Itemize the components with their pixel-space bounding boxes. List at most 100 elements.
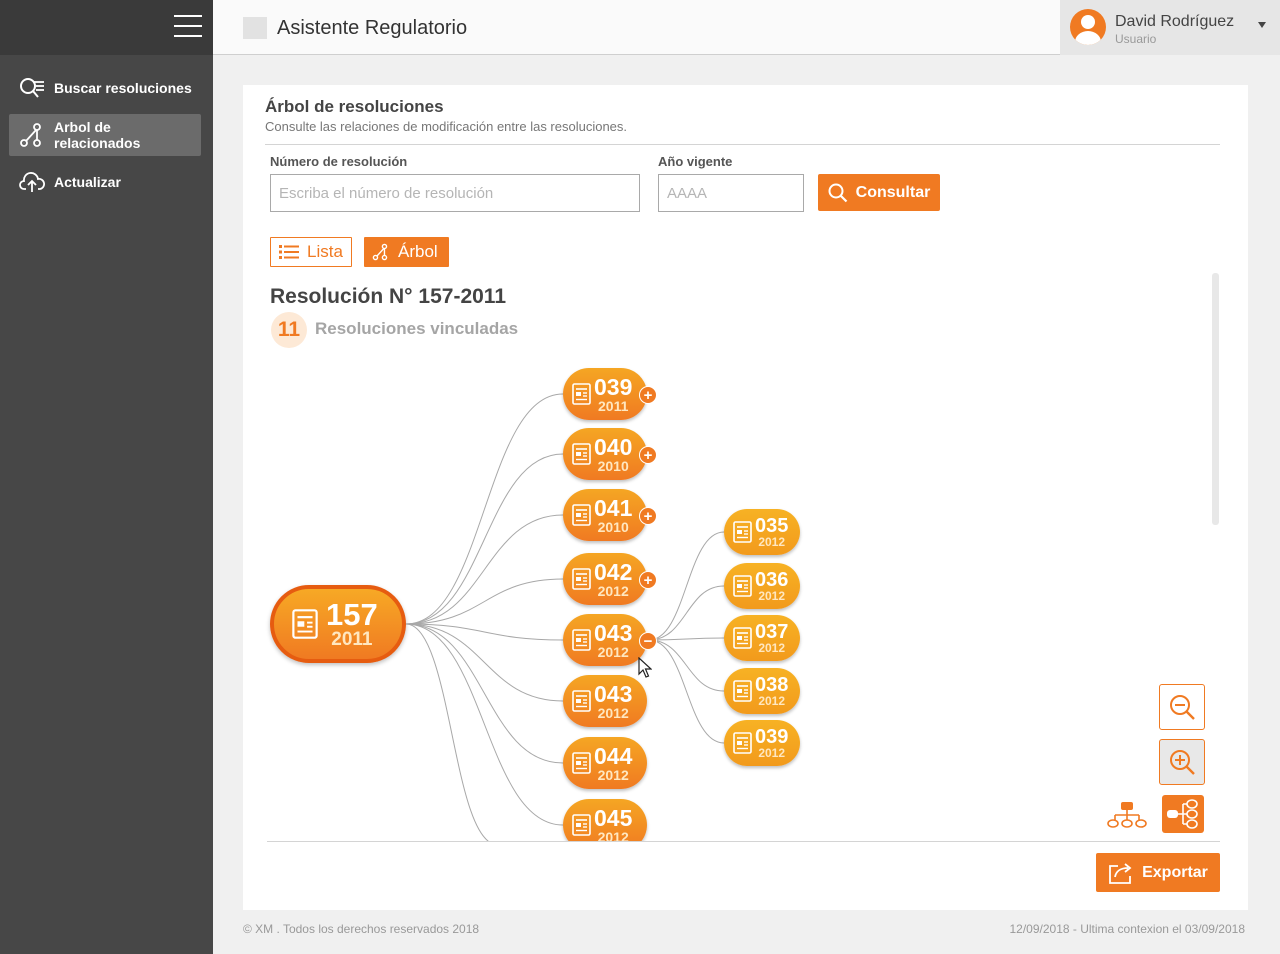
expand-node-button[interactable]: + <box>639 507 657 525</box>
root-number: 157 <box>326 597 378 632</box>
cloud-upload-icon <box>19 172 45 192</box>
node-year: 2012 <box>597 704 629 721</box>
node-year: 2011 <box>598 397 629 414</box>
view-list-button[interactable]: Lista <box>270 237 352 267</box>
tree-node-l1[interactable]: 044 2012 <box>563 737 647 789</box>
node-label: 035 2012 <box>755 516 788 548</box>
resolution-number-input[interactable] <box>270 174 640 212</box>
view-tree-button[interactable]: Árbol <box>364 237 449 267</box>
node-number: 039 <box>594 373 633 400</box>
tree-node-l1[interactable]: 043 2012 <box>563 614 647 666</box>
node-number: 037 <box>755 621 789 643</box>
tree-icon <box>372 243 388 261</box>
resolution-title: Resolución N° 157-2011 <box>270 285 507 308</box>
tree-node-l2[interactable]: 037 2012 <box>724 615 800 661</box>
linked-count-label: Resoluciones vinculadas <box>315 319 519 338</box>
collapse-node-button[interactable]: − <box>639 632 657 650</box>
horizontal-layout-button[interactable] <box>1162 795 1204 833</box>
tree-node-l2[interactable]: 039 2012 <box>724 720 800 766</box>
tree-connector <box>648 531 725 641</box>
tree-node-l1[interactable]: 040 2010 <box>563 428 647 480</box>
document-icon <box>733 521 752 543</box>
user-name: David Rodríguez <box>1115 13 1235 30</box>
document-icon <box>733 680 752 702</box>
node-number: 045 <box>594 804 633 831</box>
resolution-number-label: Número de resolución <box>270 154 408 169</box>
caret-down-icon[interactable] <box>1258 22 1266 28</box>
tree-connector <box>648 637 725 641</box>
document-icon <box>733 575 752 597</box>
tree-connector <box>405 578 564 625</box>
tree-node-l1[interactable]: 039 2011 <box>563 368 647 420</box>
node-number: 043 <box>594 680 633 707</box>
card-title: Árbol de resoluciones <box>265 97 444 116</box>
tree-root-node[interactable]: 157 2011 <box>270 585 406 663</box>
tree-connector <box>405 514 564 625</box>
document-icon <box>733 627 752 649</box>
consultar-label: Consultar <box>855 183 931 201</box>
node-label: 044 2012 <box>594 744 632 782</box>
tree-node-l2[interactable]: 038 2012 <box>724 668 800 714</box>
tree-node-l1[interactable]: 042 2012 <box>563 553 647 605</box>
document-icon <box>733 732 752 754</box>
tree-connector <box>405 393 564 625</box>
expand-node-button[interactable]: + <box>639 571 657 589</box>
document-icon <box>572 504 591 526</box>
node-number: 039 <box>755 726 789 748</box>
node-label: 040 2010 <box>594 435 632 473</box>
export-button[interactable]: Exportar <box>1096 853 1220 892</box>
document-icon <box>572 814 591 836</box>
expand-node-button[interactable]: + <box>639 446 657 464</box>
sidebar-item-label: Arbol de relacionados <box>54 119 141 151</box>
divider <box>265 144 1220 145</box>
sidebar: Buscar resoluciones Arbol de relacionado… <box>0 0 213 954</box>
node-label: 045 2012 <box>594 804 633 844</box>
node-label: 043 2012 <box>594 619 633 660</box>
zoom-in-button[interactable] <box>1159 739 1205 785</box>
node-label: 038 2012 <box>755 675 788 707</box>
document-icon <box>292 609 318 639</box>
tree-scrollbar[interactable] <box>1212 273 1219 525</box>
sidebar-item-buscar-resoluciones[interactable]: Buscar resoluciones <box>9 67 201 109</box>
horizontal-layout-icon <box>1167 799 1198 829</box>
tree-icon <box>20 123 41 147</box>
hamburger-menu-icon[interactable] <box>174 15 202 39</box>
zoom-out-button[interactable] <box>1159 684 1205 730</box>
tree-node-l1[interactable]: 041 2010 <box>563 489 647 541</box>
root-year: 2011 <box>331 629 373 650</box>
sidebar-item-actualizar[interactable]: Actualizar <box>9 161 201 203</box>
app-title: Asistente Regulatorio <box>277 17 468 39</box>
node-number: 043 <box>594 619 633 646</box>
zoom-in-icon <box>1170 750 1195 775</box>
export-icon <box>1109 862 1132 884</box>
document-icon <box>572 752 591 774</box>
node-label: 039 2011 <box>594 373 633 414</box>
tree-connector <box>405 623 564 764</box>
sidebar-item-arbol-relacionados[interactable]: Arbol de relacionados <box>9 114 201 156</box>
avatar <box>1070 9 1106 45</box>
search-icon <box>828 183 847 202</box>
tree-connector <box>648 639 725 692</box>
footer-last-connection: 12/09/2018 - Ultima contexion el 03/09/2… <box>1009 922 1246 936</box>
card-subtitle: Consulte las relaciones de modificación … <box>265 119 628 134</box>
list-icon <box>279 245 299 259</box>
tree-node-l2[interactable]: 036 2012 <box>724 563 800 609</box>
node-number: 041 <box>594 494 633 521</box>
tree-connector <box>648 639 725 744</box>
tree-node-l1[interactable]: 043 2012 <box>563 675 647 727</box>
search-list-icon <box>20 78 44 98</box>
node-number: 035 <box>755 515 789 537</box>
node-year: 2012 <box>597 643 629 660</box>
consultar-button[interactable]: Consultar <box>818 174 940 211</box>
node-year: 2012 <box>758 746 786 760</box>
tree-node-l2[interactable]: 035 2012 <box>724 509 800 555</box>
vertical-layout-icon[interactable] <box>1107 801 1147 829</box>
user-menu[interactable]: David Rodríguez Usuario <box>1060 0 1280 55</box>
divider <box>267 841 1220 842</box>
year-input[interactable] <box>658 174 804 212</box>
sidebar-top <box>0 0 213 55</box>
node-label: 042 2012 <box>594 560 632 598</box>
document-icon <box>572 690 591 712</box>
expand-node-button[interactable]: + <box>639 386 657 404</box>
zoom-out-icon <box>1170 695 1195 720</box>
